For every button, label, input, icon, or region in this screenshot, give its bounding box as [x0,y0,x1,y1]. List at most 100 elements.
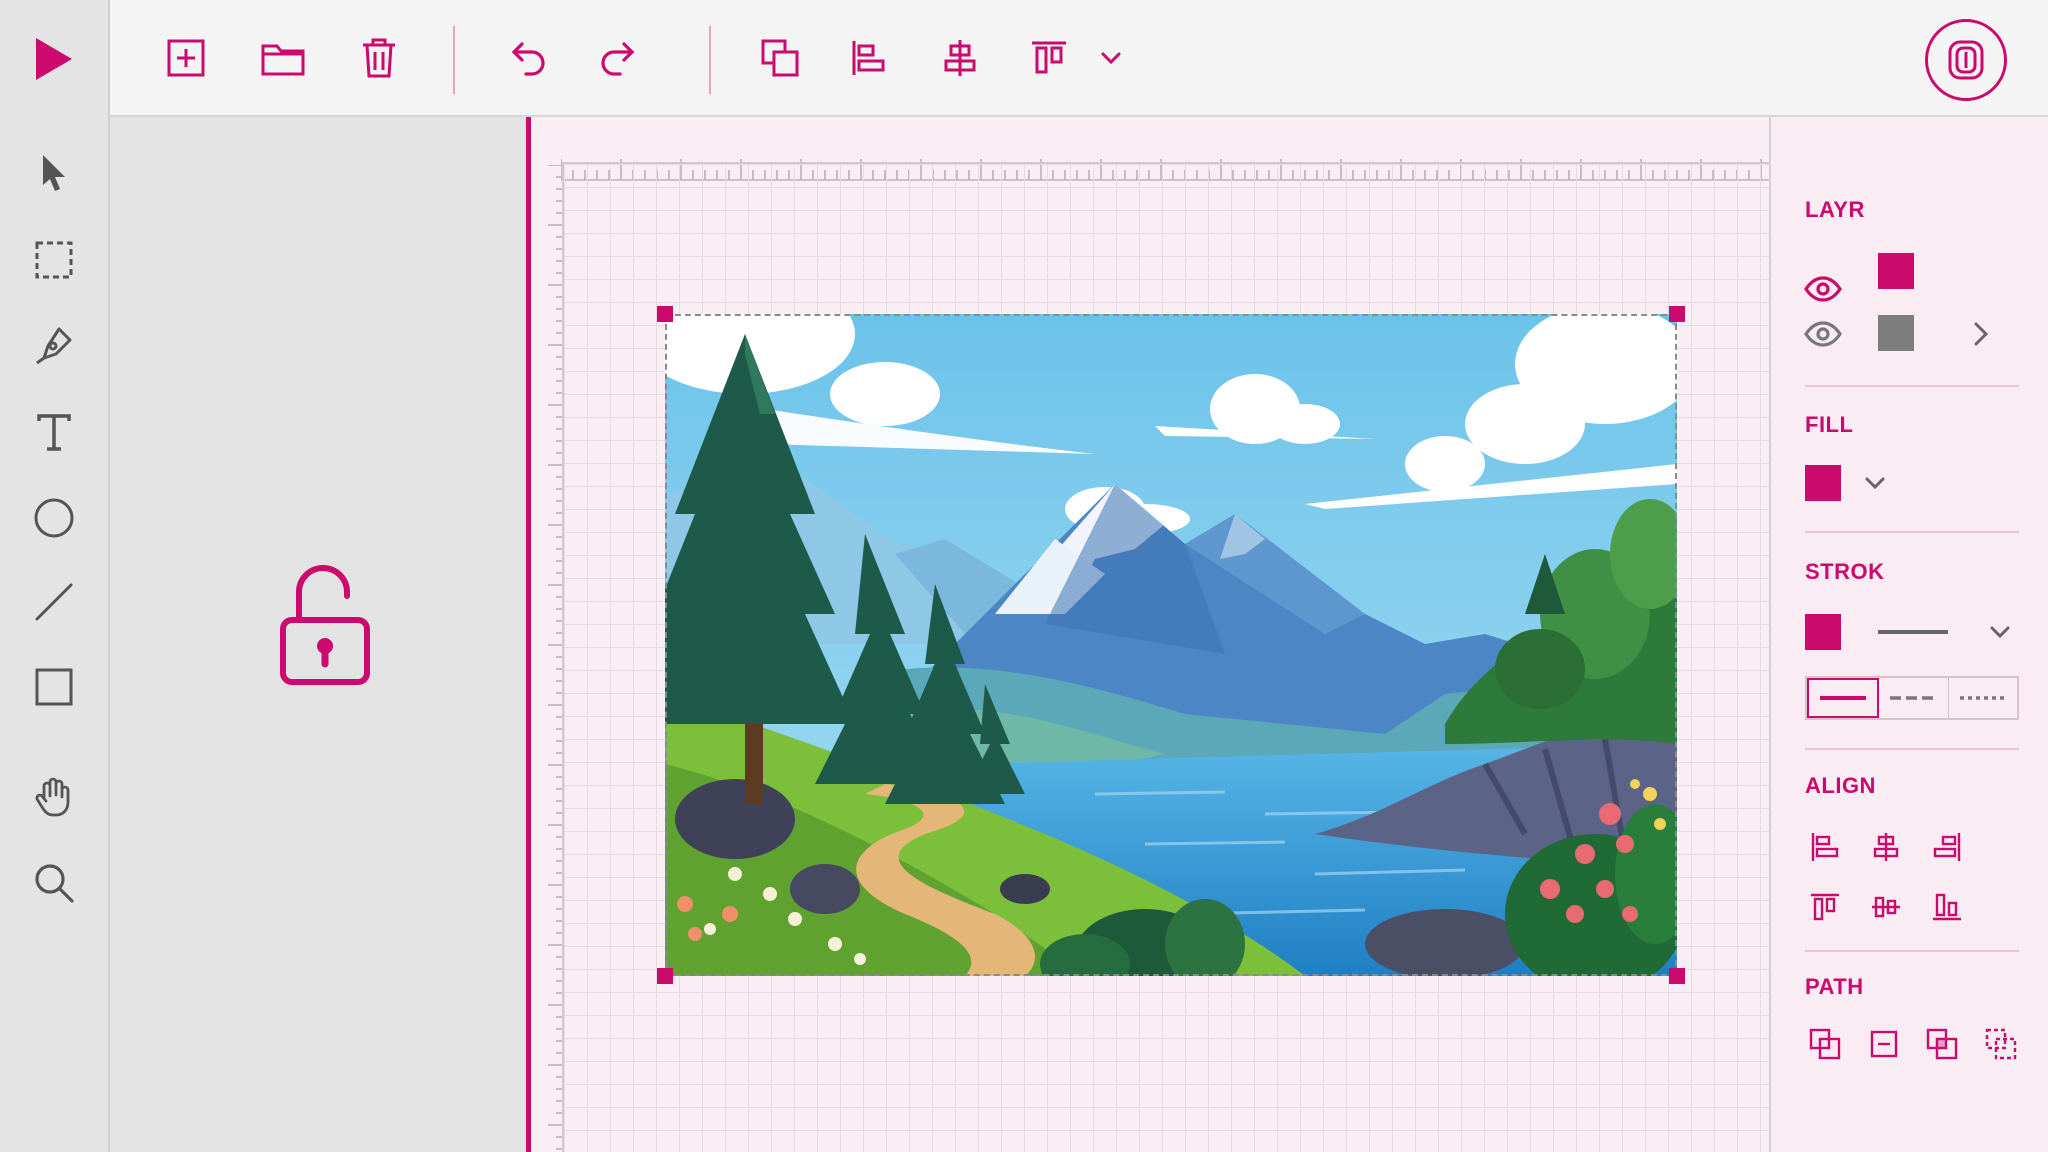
duplicate-button[interactable] [752,30,808,86]
toolbar-divider [453,26,455,94]
align-bottom-icon [1931,891,1963,923]
trash-icon [360,37,398,79]
chevron-right-icon [1973,321,1989,347]
section-divider [1805,748,2019,750]
align-vertical-center-button[interactable] [1866,887,1906,927]
undo-button[interactable] [502,30,558,86]
stroke-style-dotted[interactable] [1949,678,2017,718]
canvas-area[interactable] [531,117,1769,1152]
layers-section-title: LAYR [1805,197,1865,222]
eye-icon [1804,321,1842,347]
select-tool[interactable] [25,143,83,201]
resize-handle-top-right[interactable] [1669,306,1685,322]
align-center-icon [1870,831,1902,863]
align-left-button[interactable] [841,30,897,86]
stroke-style-solid[interactable] [1807,678,1880,718]
resize-handle-top-left[interactable] [657,306,673,322]
layer-1-color-swatch[interactable] [1878,253,1914,289]
align-bottom-edges-button[interactable] [1927,887,1967,927]
path-intersect-button[interactable] [1922,1024,1962,1064]
select-arrow-icon [37,152,71,192]
align-center-button[interactable] [932,30,988,86]
distribute-top-button[interactable] [1021,30,1077,86]
align-right-edges-button[interactable] [1927,827,1967,867]
align-left-icon [849,38,889,78]
rectangle-icon [34,667,74,707]
align-section-title: ALIGN [1805,773,1876,798]
stroke-color-swatch[interactable] [1805,614,1841,650]
section-divider [1805,385,2019,387]
stroke-section-title: STROK [1805,559,1885,584]
profile-icon [1944,38,1988,82]
text-icon [36,412,72,452]
section-divider [1805,531,2019,533]
hand-tool[interactable] [25,768,83,826]
align-top-edges-button[interactable] [1805,887,1845,927]
top-toolbar [0,0,2048,117]
hand-icon [34,776,74,818]
resize-handle-bottom-right[interactable] [1669,968,1685,984]
layer-1-visibility-toggle[interactable] [1803,269,1843,309]
open-folder-button[interactable] [255,30,311,86]
chevron-down-icon [1099,50,1123,66]
text-tool[interactable] [25,403,83,461]
play-icon [32,34,76,84]
path-exclude-button[interactable] [1981,1024,2021,1064]
fill-section-title: FILL [1805,412,1854,437]
align-left-edges-button[interactable] [1805,827,1845,867]
line-tool[interactable] [25,573,83,631]
play-button[interactable] [0,0,110,117]
toolbar-divider [709,26,711,94]
delete-button[interactable] [351,30,407,86]
stroke-dropdown[interactable] [1980,612,2020,652]
more-options-dropdown[interactable] [1083,30,1139,86]
align-right-icon [1931,831,1963,863]
ellipse-tool[interactable] [25,489,83,547]
duplicate-icon [759,37,801,79]
profile-button[interactable] [1925,19,2007,101]
lock-panel [110,117,526,1152]
subtract-icon [1868,1028,1900,1060]
layer-2-expand-button[interactable] [1961,314,2001,354]
properties-panel: LAYR FILL STROK ALIGN PATH [1769,117,2048,1152]
fill-color-swatch[interactable] [1805,465,1841,501]
align-middle-icon [1870,891,1902,923]
exclude-icon [1984,1027,2018,1061]
marquee-tool[interactable] [25,231,83,289]
undo-icon [510,38,550,78]
pen-icon [34,325,74,365]
path-union-button[interactable] [1805,1024,1845,1064]
vector-editor-app: LAYR FILL STROK ALIGN PATH [0,0,2048,1152]
fill-dropdown[interactable] [1855,463,1895,503]
zoom-icon [33,862,75,904]
unlock-button[interactable] [265,550,385,695]
new-file-icon [165,37,207,79]
align-center-icon [940,38,980,78]
redo-button[interactable] [588,30,644,86]
distribute-top-icon [1029,38,1069,78]
pen-tool[interactable] [25,316,83,374]
chevron-down-icon [1864,476,1886,490]
union-icon [1808,1027,1842,1061]
zoom-tool[interactable] [25,854,83,912]
line-icon [34,582,74,622]
layer-2-visibility-toggle[interactable] [1803,314,1843,354]
eye-icon [1804,276,1842,302]
rectangle-tool[interactable] [25,658,83,716]
landscape-illustration[interactable] [665,314,1677,976]
ellipse-icon [33,497,75,539]
new-file-button[interactable] [158,30,214,86]
open-folder-icon [260,38,306,78]
path-subtract-button[interactable] [1864,1024,1904,1064]
layer-2-color-swatch[interactable] [1878,315,1914,351]
align-top-icon [1809,891,1841,923]
path-section-title: PATH [1805,974,1864,999]
stroke-style-dashed[interactable] [1879,678,1949,718]
align-horizontal-center-button[interactable] [1866,827,1906,867]
stroke-width-preview[interactable] [1878,630,1948,634]
stroke-style-selector [1805,676,2019,720]
resize-handle-bottom-left[interactable] [657,968,673,984]
section-divider [1805,950,2019,952]
align-left-icon [1809,831,1841,863]
redo-icon [596,38,636,78]
